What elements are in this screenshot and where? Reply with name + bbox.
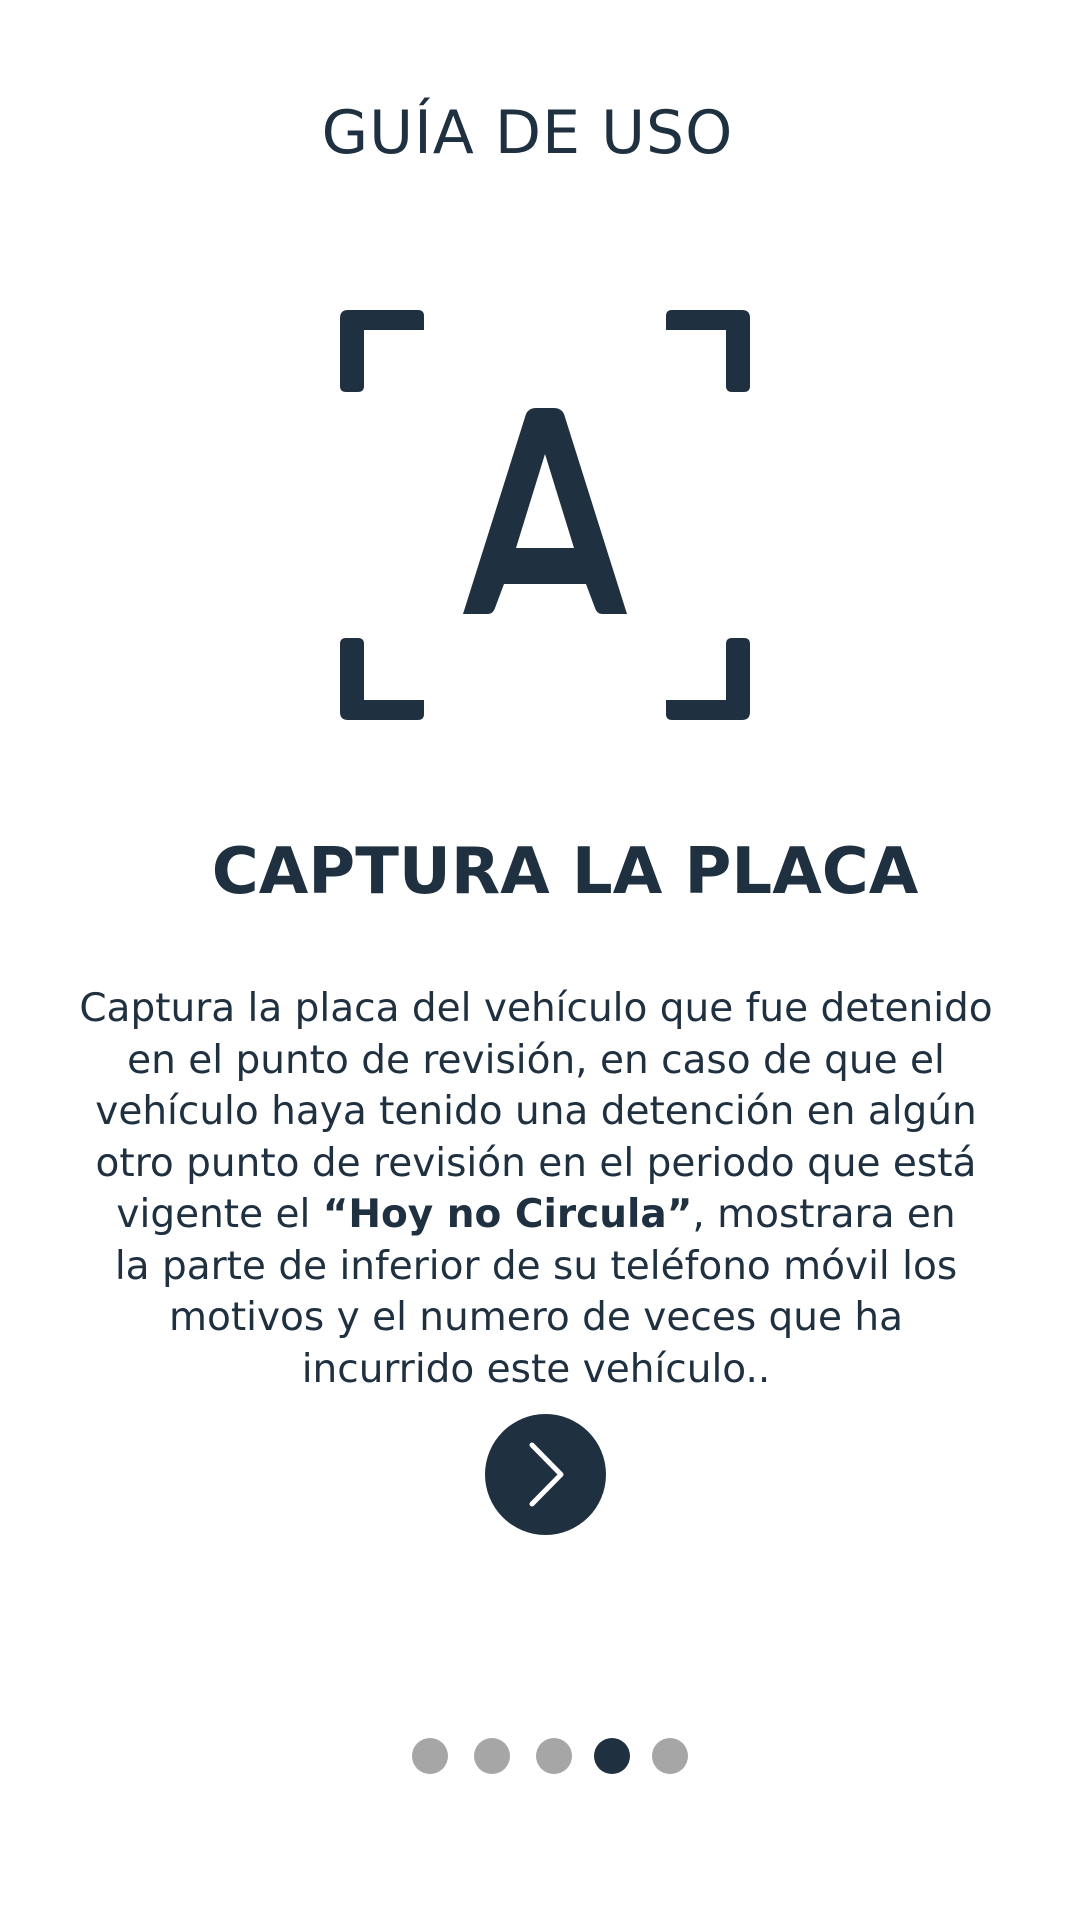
chevron-right-icon	[529, 1442, 564, 1507]
description-line: la parte de inferior de su teléfono móvi…	[114, 1243, 958, 1289]
corner-top-right	[666, 310, 750, 392]
page-indicator	[412, 1738, 688, 1774]
page-title: GUÍA DE USO	[321, 98, 734, 168]
step-heading: CAPTURA LA PLACA	[211, 835, 919, 909]
corner-bottom-right	[666, 638, 750, 720]
scan-letter-a-icon	[340, 310, 750, 720]
page-dot-3[interactable]	[536, 1738, 572, 1774]
next-button[interactable]	[485, 1414, 606, 1535]
page-dot-4-active[interactable]	[594, 1738, 630, 1774]
description-line: Captura la placa del vehículo que fue de…	[79, 986, 993, 1031]
description-text: vigente el	[116, 1192, 323, 1237]
corner-top-left	[340, 310, 424, 392]
letter-a	[463, 408, 627, 614]
description-line: en el punto de revisión, en caso de que …	[127, 1037, 945, 1083]
corner-bottom-left	[340, 638, 424, 720]
description-line: otro punto de revisión en el periodo que…	[95, 1140, 977, 1186]
description-line: vigente el “Hoy no Circula”, mostrara en	[16, 1189, 1056, 1241]
description-line: motivos y el numero de veces que ha	[168, 1295, 904, 1340]
step-description: Captura la placa del vehículo que fue de…	[16, 983, 1056, 1395]
page-dot-1[interactable]	[412, 1738, 448, 1774]
description-line: incurrido este vehículo..	[301, 1346, 771, 1392]
page-dot-5[interactable]	[652, 1738, 688, 1774]
description-line: vehículo haya tenido una detención en al…	[95, 1089, 977, 1134]
description-text: , mostrara en	[692, 1192, 956, 1237]
program-name: “Hoy no Circula”	[322, 1192, 693, 1237]
page-dot-2[interactable]	[474, 1738, 510, 1774]
